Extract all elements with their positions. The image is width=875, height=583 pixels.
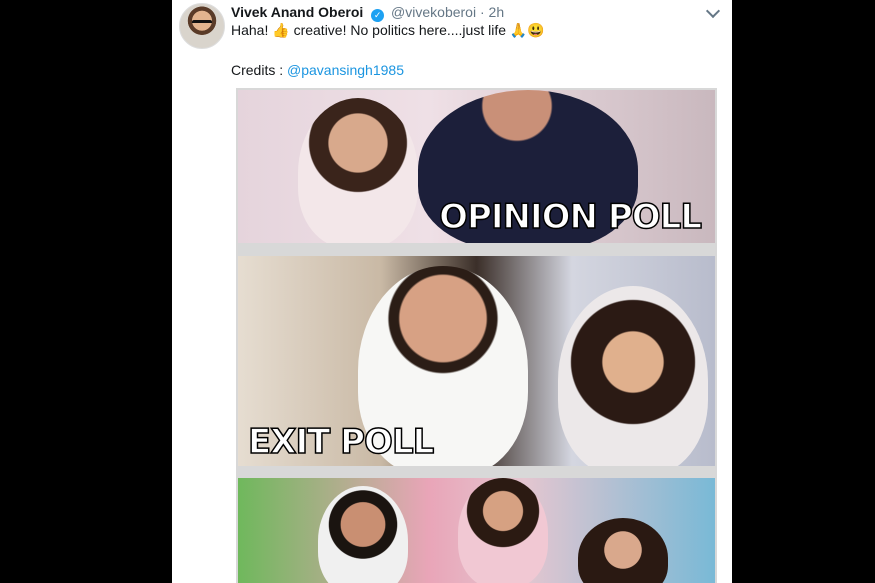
author-handle[interactable]: @vivekoberoi — [391, 4, 476, 20]
child-figure — [458, 478, 548, 583]
tweet-timestamp[interactable]: 2h — [489, 4, 505, 20]
man-figure — [318, 486, 408, 583]
author-name[interactable]: Vivek Anand Oberoi — [231, 4, 363, 20]
tweet-text: Haha! 👍 creative! No politics here....ju… — [231, 22, 545, 38]
tweet-card[interactable]: Vivek Anand Oberoi ✓ @vivekoberoi · 2h H… — [172, 0, 732, 583]
credits-line: Credits : @pavansingh1985 — [231, 61, 404, 79]
credits-mention-link[interactable]: @pavansingh1985 — [287, 62, 404, 78]
woman-figure — [558, 286, 708, 466]
caption-opinion-poll: OPINION POLL — [438, 196, 702, 238]
avatar-glasses — [192, 20, 212, 28]
caption-exit-poll: EXIT POLL — [247, 421, 435, 463]
tweet-media-image[interactable]: OPINION POLL EXIT POLL — [236, 88, 717, 583]
woman-figure — [578, 518, 668, 583]
chevron-down-icon[interactable] — [705, 3, 721, 19]
woman-figure — [298, 98, 418, 243]
separator-dot: · — [479, 4, 485, 20]
meme-panel-exit-poll: EXIT POLL — [238, 256, 715, 466]
avatar[interactable] — [179, 3, 225, 49]
credits-label: Credits : — [231, 62, 288, 78]
tweet-header: Vivek Anand Oberoi ✓ @vivekoberoi · 2h — [231, 3, 504, 22]
meme-panel-opinion-poll: OPINION POLL — [238, 90, 715, 243]
meme-panel-family — [238, 478, 715, 583]
